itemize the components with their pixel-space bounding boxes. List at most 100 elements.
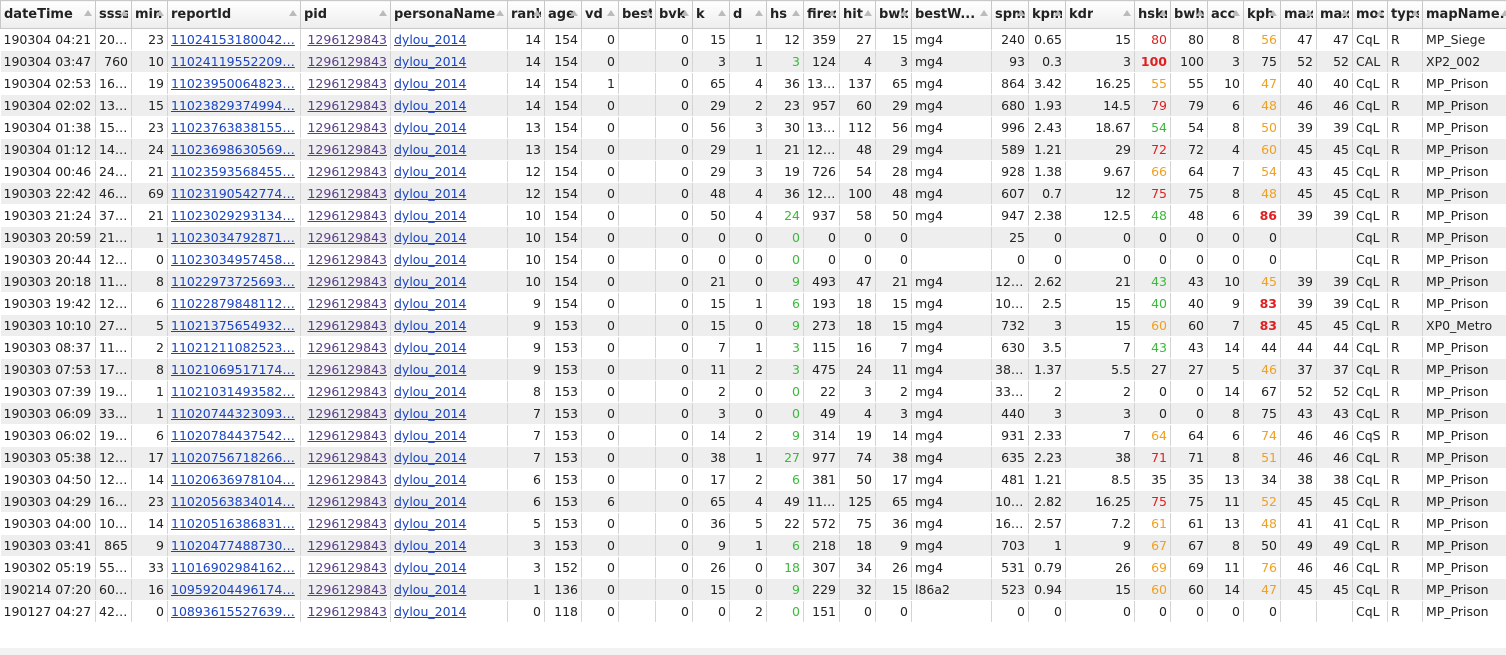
table-row[interactable]: 190303 06:09 3380 1 11020744323093… 12961298… <box>0 402 1506 425</box>
column-header-bestV[interactable]: bestV <box>618 0 656 29</box>
report-id-link[interactable]: 11021069517174… <box>167 358 301 381</box>
pid-link[interactable]: 1296129843 <box>300 490 391 513</box>
pid-link[interactable]: 1296129843 <box>300 600 391 623</box>
column-header-mapName[interactable]: mapName... <box>1422 0 1506 29</box>
sort-arrow-icon[interactable] <box>120 10 128 16</box>
pid-link[interactable]: 1296129843 <box>300 424 391 447</box>
column-header-vd[interactable]: vd <box>581 0 619 29</box>
column-header-ssss[interactable]: ssss <box>95 0 132 29</box>
table-row[interactable]: 190127 04:27 4206 0 10893615527639… 12961298… <box>0 600 1506 623</box>
report-id-link[interactable]: 11020477488730… <box>167 534 301 557</box>
pid-link[interactable]: 1296129843 <box>300 556 391 579</box>
pid-link[interactable]: 1296129843 <box>300 204 391 227</box>
pid-link[interactable]: 1296129843 <box>300 512 391 535</box>
persona-name-link[interactable]: dylou_2014 <box>390 424 508 447</box>
column-header-bestW[interactable]: bestW... <box>911 0 992 29</box>
report-id-link[interactable]: 11021031493582… <box>167 380 301 403</box>
table-row[interactable]: 190303 08:37 1153 2 11021211082523… 12961298… <box>0 336 1506 359</box>
pid-link[interactable]: 1296129843 <box>300 358 391 381</box>
table-row[interactable]: 190303 06:02 1978 6 11020784437542… 12961298… <box>0 424 1506 447</box>
pid-link[interactable]: 1296129843 <box>300 94 391 117</box>
persona-name-link[interactable]: dylou_2014 <box>390 358 508 381</box>
report-id-link[interactable]: 11020636978104… <box>167 468 301 491</box>
pid-link[interactable]: 1296129843 <box>300 72 391 95</box>
table-row[interactable]: 190303 19:42 1238 6 11022879848112… 12961298… <box>0 292 1506 315</box>
column-header-kph[interactable]: kph <box>1243 0 1281 29</box>
table-row[interactable]: 190304 00:46 2442 21 11023593568455… 1296129… <box>0 160 1506 183</box>
persona-name-link[interactable]: dylou_2014 <box>390 270 508 293</box>
sort-arrow-icon[interactable] <box>755 10 763 16</box>
persona-name-link[interactable]: dylou_2014 <box>390 28 508 51</box>
column-header-type[interactable]: type <box>1387 0 1423 29</box>
report-id-link[interactable]: 11020784437542… <box>167 424 301 447</box>
sort-arrow-icon[interactable] <box>1341 10 1349 16</box>
report-id-link[interactable]: 11023950064823… <box>167 72 301 95</box>
sort-arrow-icon[interactable] <box>570 10 578 16</box>
persona-name-link[interactable]: dylou_2014 <box>390 556 508 579</box>
report-id-link[interactable]: 11020744323093… <box>167 402 301 425</box>
report-id-link[interactable]: 11024153180042… <box>167 28 301 51</box>
column-header-max[interactable]: max <box>1280 0 1317 29</box>
column-header-rank[interactable]: rank <box>507 0 545 29</box>
sort-arrow-icon[interactable] <box>496 10 504 16</box>
column-header-mod[interactable]: mod <box>1352 0 1388 29</box>
pid-link[interactable]: 1296129843 <box>300 336 391 359</box>
report-id-link[interactable]: 11020563834014… <box>167 490 301 513</box>
report-id-link[interactable]: 11023698630569… <box>167 138 301 161</box>
table-row[interactable]: 190214 07:20 6029 16 10959204496174… 1296129… <box>0 578 1506 601</box>
column-header-spm[interactable]: spm <box>991 0 1029 29</box>
report-id-link[interactable]: 11023763838155… <box>167 116 301 139</box>
column-header-age[interactable]: age <box>544 0 582 29</box>
column-header-kpm[interactable]: kpm <box>1028 0 1066 29</box>
table-row[interactable]: 190303 04:29 1681 23 11020563834014… 1296129… <box>0 490 1506 513</box>
report-id-link[interactable]: 11023829374994… <box>167 94 301 117</box>
column-header-fired[interactable]: fired <box>803 0 840 29</box>
sort-arrow-icon[interactable] <box>533 10 541 16</box>
horizontal-scrollbar[interactable] <box>0 648 1506 655</box>
pid-link[interactable]: 1296129843 <box>300 402 391 425</box>
report-id-link[interactable]: 11020756718266… <box>167 446 301 469</box>
sort-arrow-icon[interactable] <box>980 10 988 16</box>
pid-link[interactable]: 1296129843 <box>300 314 391 337</box>
persona-name-link[interactable]: dylou_2014 <box>390 578 508 601</box>
report-id-link[interactable]: 11023034792871… <box>167 226 301 249</box>
sort-arrow-icon[interactable] <box>1269 10 1277 16</box>
sort-arrow-icon[interactable] <box>1159 10 1167 16</box>
sort-arrow-icon[interactable] <box>1376 10 1384 16</box>
pid-link[interactable]: 1296129843 <box>300 28 391 51</box>
table-row[interactable]: 190303 07:53 1798 8 11021069517174… 12961298… <box>0 358 1506 381</box>
table-row[interactable]: 190302 05:19 5583 33 11016902984162… 1296129… <box>0 556 1506 579</box>
pid-link[interactable]: 1296129843 <box>300 468 391 491</box>
column-header-bvk[interactable]: bvk <box>655 0 693 29</box>
column-header-reportId[interactable]: reportId <box>167 0 301 29</box>
sort-arrow-icon[interactable] <box>379 10 387 16</box>
table-row[interactable]: 190303 07:39 1949 1 11021031493582… 12961298… <box>0 380 1506 403</box>
sort-arrow-icon[interactable] <box>1305 10 1313 16</box>
table-row[interactable]: 190303 10:10 2787 5 11021375654932… 12961298… <box>0 314 1506 337</box>
column-header-dateTime[interactable]: dateTime <box>0 0 96 29</box>
sort-arrow-icon[interactable] <box>607 10 615 16</box>
pid-link[interactable]: 1296129843 <box>300 292 391 315</box>
table-row[interactable]: 190303 20:44 1282 0 11023034957458… 12961298… <box>0 248 1506 271</box>
pid-link[interactable]: 1296129843 <box>300 578 391 601</box>
persona-name-link[interactable]: dylou_2014 <box>390 468 508 491</box>
report-id-link[interactable]: 11022879848112… <box>167 292 301 315</box>
column-header-bwhs[interactable]: bwhs <box>1170 0 1208 29</box>
persona-name-link[interactable]: dylou_2014 <box>390 226 508 249</box>
sort-arrow-icon[interactable] <box>156 10 164 16</box>
persona-name-link[interactable]: dylou_2014 <box>390 292 508 315</box>
report-id-link[interactable]: 11023190542774… <box>167 182 301 205</box>
persona-name-link[interactable]: dylou_2014 <box>390 512 508 535</box>
pid-link[interactable]: 1296129843 <box>300 226 391 249</box>
persona-name-link[interactable]: dylou_2014 <box>390 204 508 227</box>
table-row[interactable]: 190303 05:38 1249 17 11020756718266… 1296129… <box>0 446 1506 469</box>
table-row[interactable]: 190303 22:42 4645 69 11023190542774… 1296129… <box>0 182 1506 205</box>
sort-arrow-icon[interactable] <box>864 10 872 16</box>
sort-arrow-icon[interactable] <box>828 10 836 16</box>
column-header-personaName[interactable]: personaName <box>390 0 508 29</box>
persona-name-link[interactable]: dylou_2014 <box>390 402 508 425</box>
sort-arrow-icon[interactable] <box>718 10 726 16</box>
report-id-link[interactable]: 11021375654932… <box>167 314 301 337</box>
report-id-link[interactable]: 11023593568455… <box>167 160 301 183</box>
column-header-d[interactable]: d <box>729 0 767 29</box>
